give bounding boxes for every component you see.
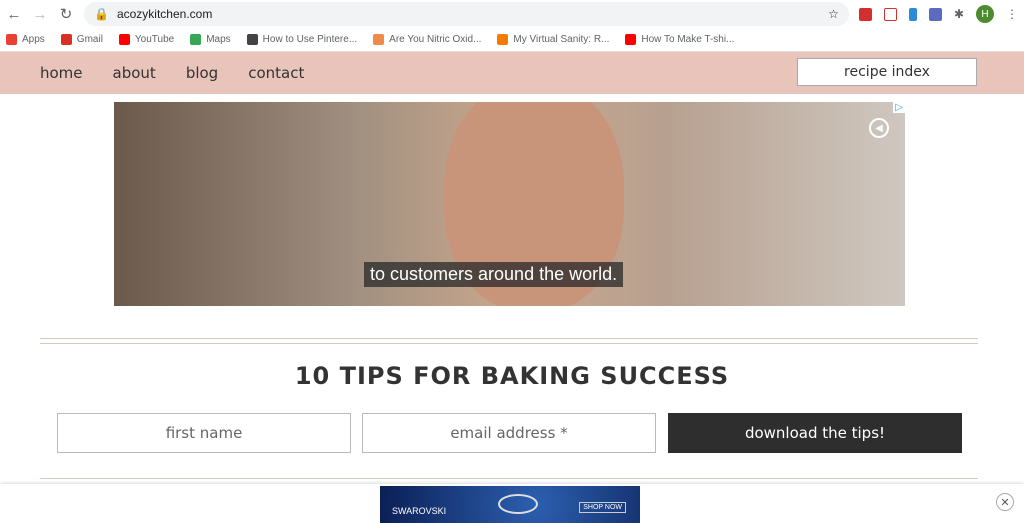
close-icon[interactable]: ✕: [996, 493, 1014, 511]
forward-icon[interactable]: →: [32, 6, 48, 23]
bookmark-item[interactable]: YouTube: [118, 34, 175, 45]
video-caption: to customers around the world.: [364, 262, 624, 287]
browser-toolbar: ← → ↻ 🔒 acozykitchen.com ☆ ✱ H ⋮: [0, 0, 1024, 28]
bookmark-item[interactable]: Apps: [6, 34, 45, 45]
extension-icon[interactable]: [883, 7, 897, 21]
swarovski-ad[interactable]: SWAROVSKI SHOP NOW: [380, 486, 640, 523]
speaker-icon[interactable]: ◀: [869, 118, 889, 138]
bookmark-icon: [246, 34, 258, 45]
url-text: acozykitchen.com: [116, 7, 213, 21]
avatar[interactable]: H: [976, 5, 994, 23]
extension-icon[interactable]: [908, 7, 917, 21]
nav-home[interactable]: home: [40, 64, 83, 82]
bookmark-icon: [190, 34, 202, 45]
email-input[interactable]: email address *: [362, 413, 656, 453]
site-nav: home about blog contact recipe index: [0, 52, 1024, 94]
address-bar[interactable]: 🔒 acozykitchen.com ☆: [84, 2, 849, 26]
divider: [40, 343, 978, 344]
bookmark-item[interactable]: Maps: [190, 34, 231, 45]
bookmark-icon: [60, 34, 72, 45]
adchoices-icon[interactable]: ▷: [893, 102, 905, 113]
bookmark-item[interactable]: How To Make T-shi...: [625, 34, 734, 45]
bookmark-label: YouTube: [134, 34, 175, 45]
bookmark-label: How to Use Pintere...: [262, 34, 358, 45]
nav-about[interactable]: about: [113, 64, 156, 82]
bookmark-item[interactable]: How to Use Pintere...: [246, 34, 358, 45]
ring-image: [498, 494, 538, 514]
bookmark-item[interactable]: My Virtual Sanity: R...: [497, 34, 609, 45]
bookmark-icon: [118, 34, 130, 45]
bookmark-icon: [6, 34, 17, 45]
bookmark-label: Apps: [22, 34, 45, 45]
shop-now-button[interactable]: SHOP NOW: [579, 502, 626, 513]
bookmarks-bar: Apps Gmail YouTube Maps How to Use Pintere..…: [0, 28, 1024, 52]
menu-icon[interactable]: ⋮: [1006, 7, 1018, 21]
nav-blog[interactable]: blog: [186, 64, 218, 82]
bookmark-label: Maps: [206, 34, 231, 45]
bookmark-label: How To Make T-shi...: [641, 34, 735, 45]
puzzle-icon[interactable]: ✱: [954, 7, 964, 21]
download-tips-button[interactable]: download the tips!: [668, 413, 962, 453]
bookmark-label: Gmail: [76, 34, 103, 45]
bookmark-item[interactable]: Gmail: [60, 34, 103, 45]
extension-icon[interactable]: [858, 7, 872, 21]
reload-icon[interactable]: ↻: [58, 5, 74, 23]
nav-contact[interactable]: contact: [248, 64, 304, 82]
extension-icon[interactable]: [928, 7, 942, 21]
lock-icon: 🔒: [94, 7, 109, 21]
star-icon[interactable]: ☆: [828, 7, 839, 21]
ad-brand: SWAROVSKI: [392, 506, 447, 516]
bookmark-icon: [373, 34, 385, 45]
bookmark-icon: [625, 34, 637, 45]
bookmark-item[interactable]: Are You Nitric Oxid...: [373, 34, 481, 45]
bookmark-label: Are You Nitric Oxid...: [389, 34, 482, 45]
bookmark-label: My Virtual Sanity: R...: [513, 34, 610, 45]
signup-title: 10 TIPS FOR BAKING SUCCESS: [294, 362, 730, 390]
divider: [40, 338, 978, 339]
bottom-ad-bar: SWAROVSKI SHOP NOW ✕: [0, 484, 1024, 523]
bookmark-icon: [497, 34, 509, 45]
recipe-index-button[interactable]: recipe index: [797, 58, 977, 86]
video-ad[interactable]: to customers around the world. ◀ ▷: [114, 102, 905, 306]
back-icon[interactable]: ←: [6, 6, 22, 23]
divider: [40, 478, 978, 479]
first-name-input[interactable]: first name: [57, 413, 351, 453]
